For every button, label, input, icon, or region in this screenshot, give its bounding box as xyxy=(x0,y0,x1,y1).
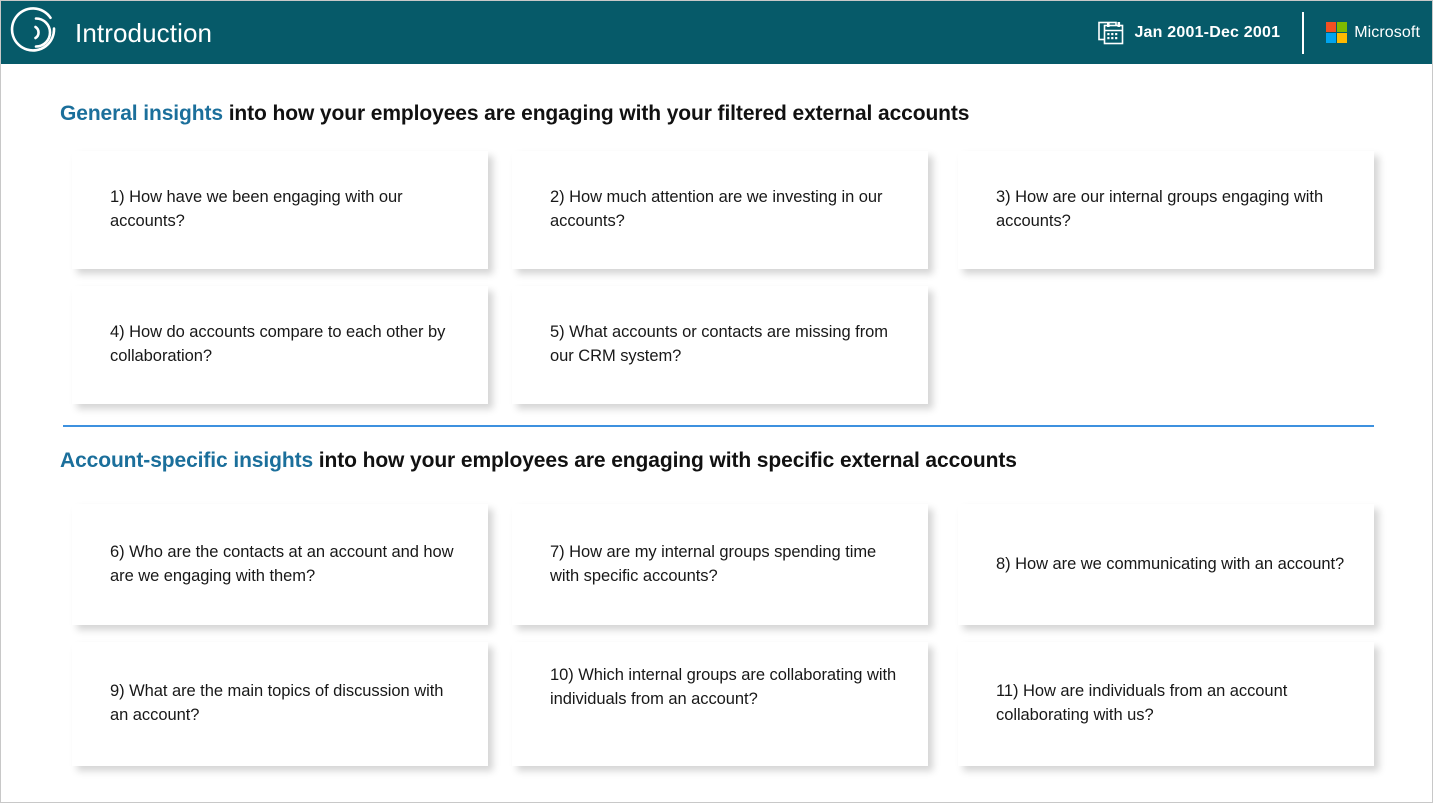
insight-card-4[interactable]: 4) How do accounts compare to each other… xyxy=(72,286,488,404)
section-heading-general: General insights into how your employees… xyxy=(60,102,969,126)
insight-card-label: 10) Which internal groups are collaborat… xyxy=(550,666,897,708)
insight-card-9[interactable]: 9) What are the main topics of discussio… xyxy=(72,642,488,766)
header-right-group: Jan 2001-Dec 2001 Microsoft xyxy=(1098,1,1432,64)
insight-card-label: 5) What accounts or contacts are missing… xyxy=(550,323,888,365)
insight-card-label: 7) How are my internal groups spending t… xyxy=(550,542,877,585)
insight-card-label: 9) What are the main topics of discussio… xyxy=(110,682,444,724)
insight-card-2[interactable]: 2) How much attention are we investing i… xyxy=(512,151,928,269)
section-heading-rest: into how your employees are engaging wit… xyxy=(222,102,970,125)
insight-card-5[interactable]: 5) What accounts or contacts are missing… xyxy=(512,286,928,404)
section-heading-highlight: Account-specific insights xyxy=(60,449,314,472)
section-heading-highlight: General insights xyxy=(60,102,223,125)
microsoft-squares-icon xyxy=(1326,22,1348,43)
insight-card-label: 8) How are we communicating with an acco… xyxy=(996,554,1345,573)
section-heading-rest: into how your employees are engaging wit… xyxy=(313,449,1017,472)
microsoft-logo: Microsoft xyxy=(1304,22,1420,43)
viva-insights-sonar-icon xyxy=(1,1,69,64)
microsoft-wordmark: Microsoft xyxy=(1354,23,1420,41)
report-page: Introduction Jan 2001-Dec 2001 Microsoft… xyxy=(0,0,1433,803)
insight-card-3[interactable]: 3) How are our internal groups engaging … xyxy=(958,151,1374,269)
insight-card-label: 4) How do accounts compare to each other… xyxy=(110,323,446,365)
insight-card-8[interactable]: 8) How are we communicating with an acco… xyxy=(958,504,1374,625)
insight-card-label: 2) How much attention are we investing i… xyxy=(550,188,883,230)
calendar-icon xyxy=(1098,19,1124,46)
insight-card-label: 1) How have we been engaging with our ac… xyxy=(110,188,403,230)
insight-card-7[interactable]: 7) How are my internal groups spending t… xyxy=(512,504,928,625)
date-range-selector[interactable]: Jan 2001-Dec 2001 xyxy=(1098,19,1302,46)
page-title: Introduction xyxy=(75,17,213,48)
insight-card-label: 11) How are individuals from an account … xyxy=(996,682,1288,724)
insight-card-6[interactable]: 6) Who are the contacts at an account an… xyxy=(72,504,488,625)
insight-card-10[interactable]: 10) Which internal groups are collaborat… xyxy=(512,642,928,766)
app-header: Introduction Jan 2001-Dec 2001 Microsoft xyxy=(1,1,1432,64)
insight-card-label: 3) How are our internal groups engaging … xyxy=(996,188,1324,230)
date-range-label: Jan 2001-Dec 2001 xyxy=(1134,23,1281,41)
insight-card-11[interactable]: 11) How are individuals from an account … xyxy=(958,642,1374,766)
section-divider xyxy=(63,425,1374,427)
insight-card-label: 6) Who are the contacts at an account an… xyxy=(110,542,454,585)
insight-card-1[interactable]: 1) How have we been engaging with our ac… xyxy=(72,151,488,269)
section-heading-account-specific: Account-specific insights into how your … xyxy=(60,449,1017,473)
